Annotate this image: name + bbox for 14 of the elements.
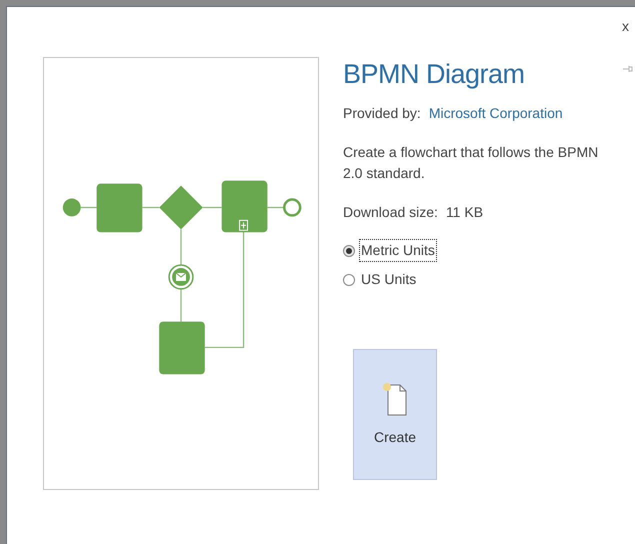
provider-label: Provided by: — [343, 104, 421, 123]
radio-label[interactable]: Metric Units — [359, 239, 437, 262]
download-size-label: Download size: — [343, 203, 438, 222]
radio-button[interactable] — [343, 244, 355, 256]
radio-label[interactable]: US Units — [359, 268, 418, 291]
pin-icon[interactable] — [623, 65, 633, 73]
create-button[interactable]: Create — [353, 349, 437, 480]
radio-button[interactable] — [343, 274, 355, 286]
template-description: Create a flowchart that follows the BPMN 2.0 standard. — [343, 143, 600, 183]
new-document-icon — [382, 381, 408, 417]
provider-name: Microsoft Corporation — [428, 104, 563, 123]
template-title: BPMN Diagram — [343, 58, 526, 91]
close-button[interactable]: x — [620, 19, 631, 33]
download-size-value: 11 KB — [446, 203, 484, 222]
